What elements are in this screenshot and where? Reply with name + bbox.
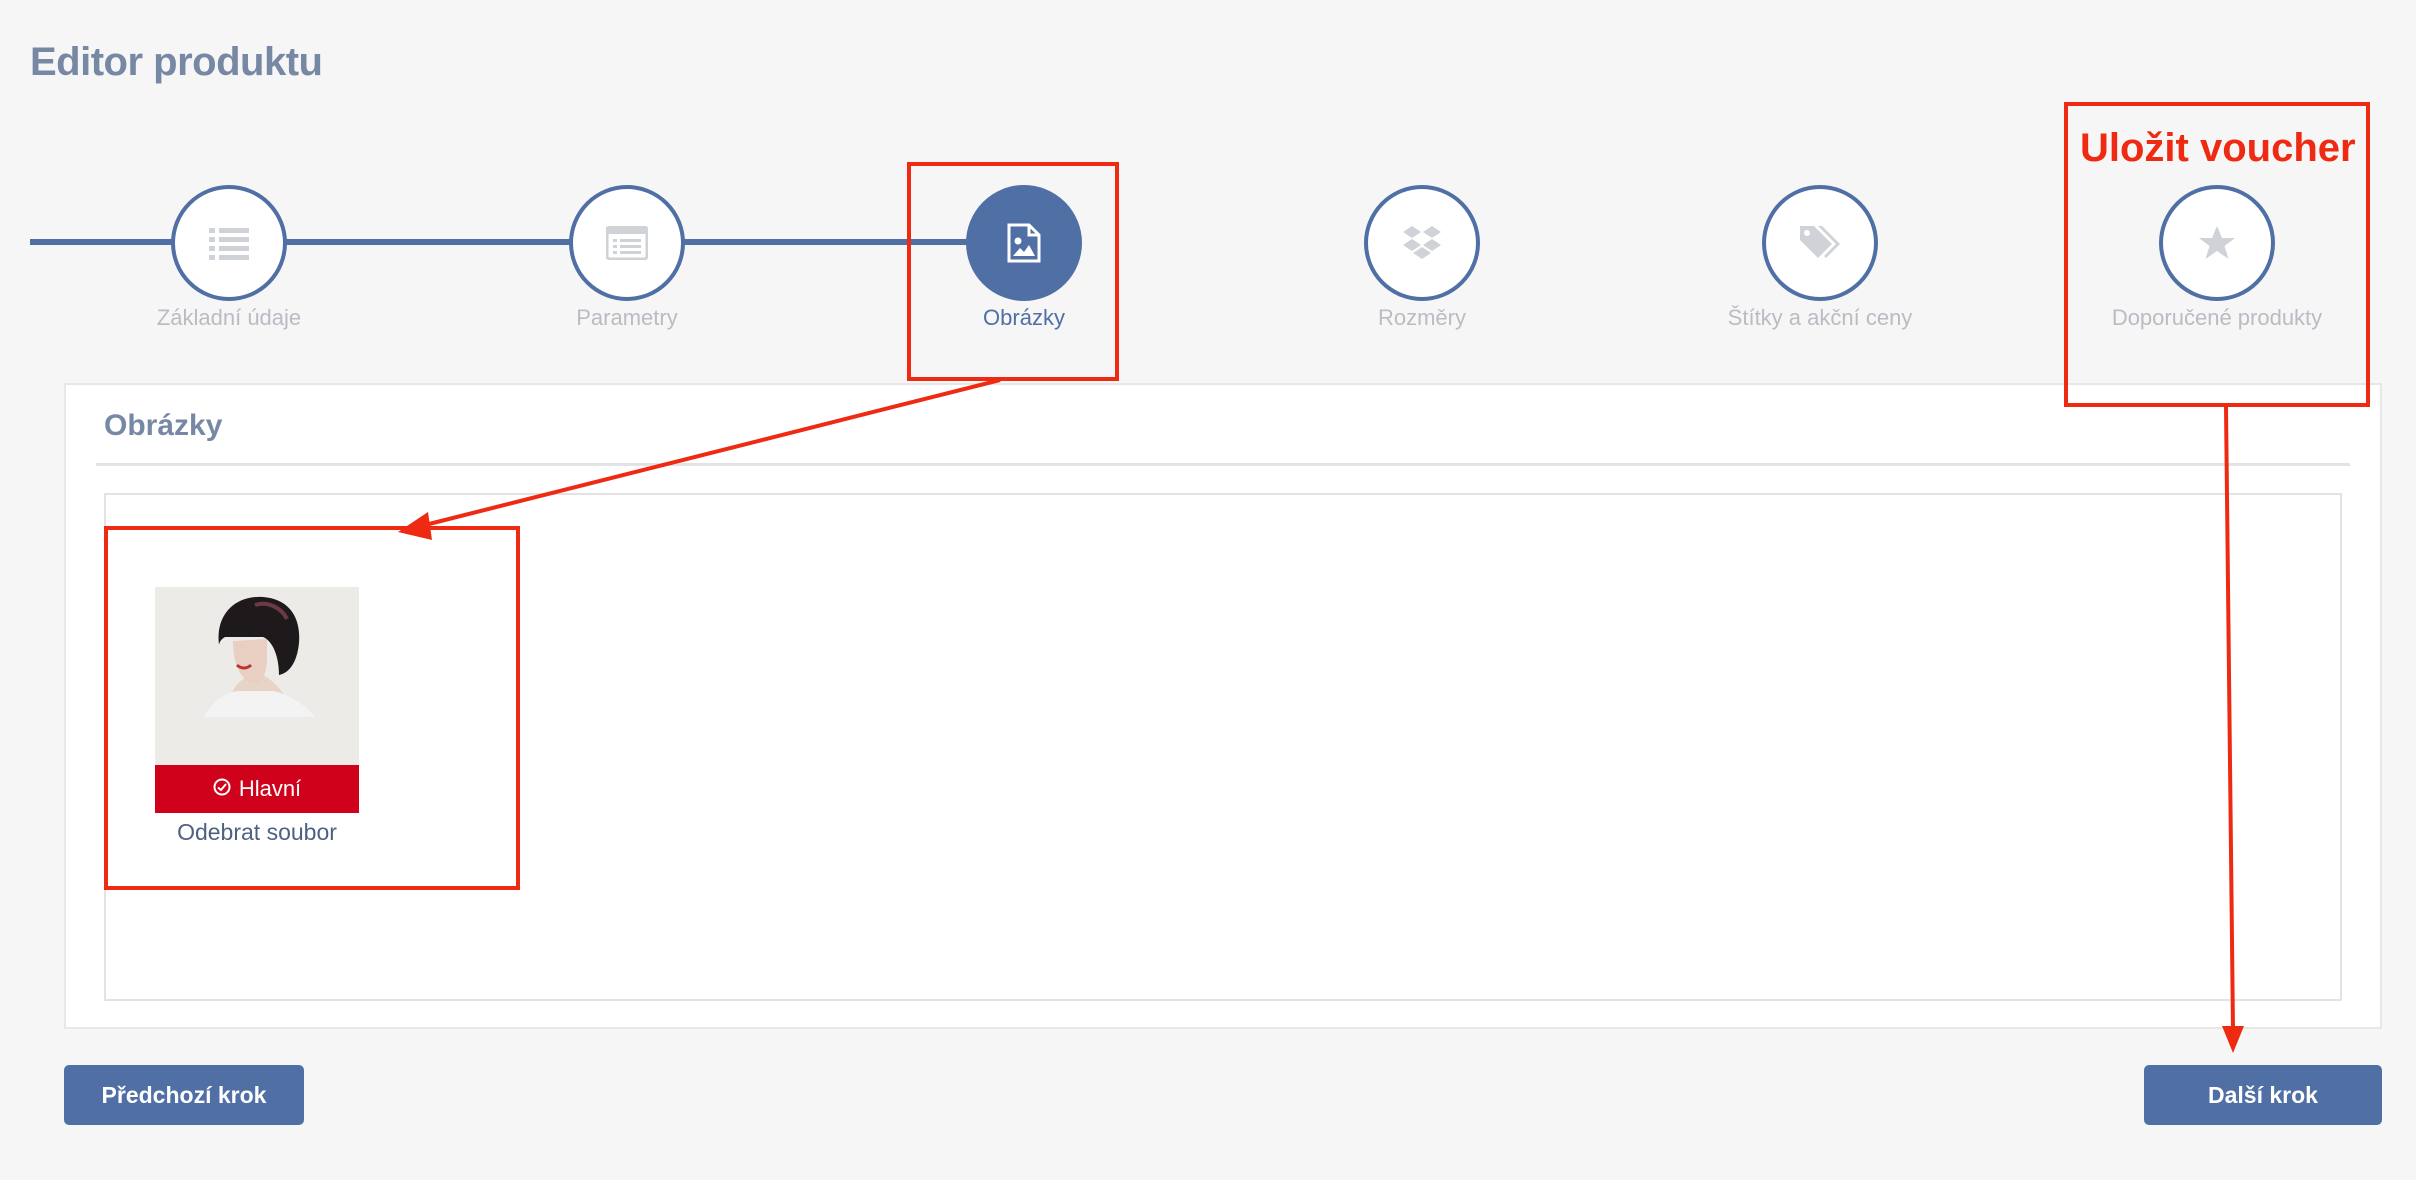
image-file-icon	[1007, 223, 1041, 263]
annotation-arrows	[398, 378, 2244, 1053]
star-icon	[2198, 225, 2236, 261]
tags-icon	[1798, 224, 1842, 262]
dropbox-icon	[1402, 225, 1442, 261]
list-icon	[209, 226, 249, 260]
window-list-icon	[606, 226, 648, 260]
